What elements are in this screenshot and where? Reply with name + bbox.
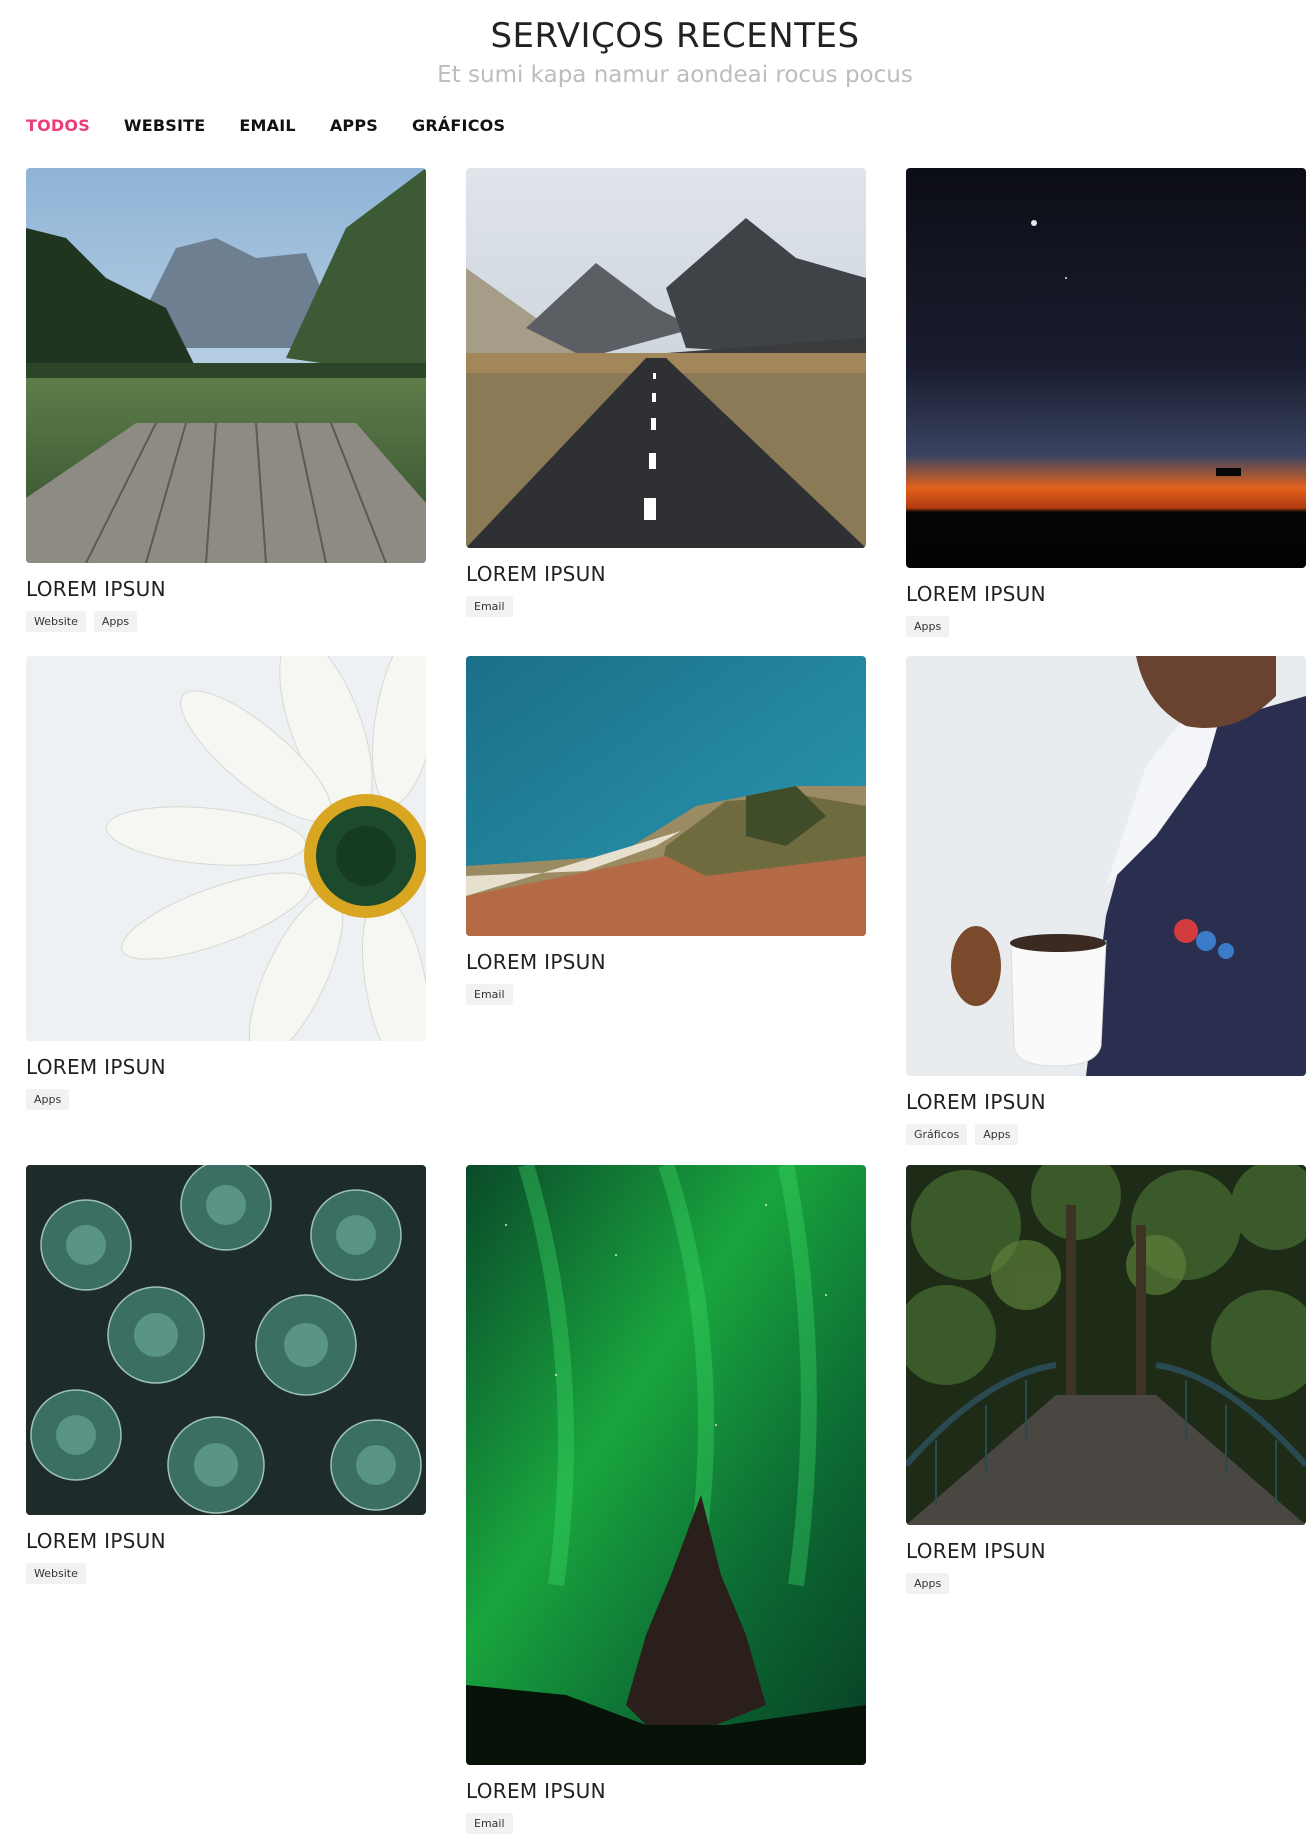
card-title: LOREM IPSUN bbox=[466, 1779, 606, 1803]
filter-apps[interactable]: APPS bbox=[330, 116, 378, 135]
tag-list: Apps bbox=[26, 1089, 426, 1110]
daisy-flower-image[interactable] bbox=[26, 656, 426, 1041]
portfolio-card[interactable]: LOREM IPSUN Email bbox=[466, 168, 866, 617]
portfolio-card[interactable]: LOREM IPSUN Apps bbox=[26, 656, 426, 1110]
aurora-tree-image[interactable] bbox=[466, 1165, 866, 1765]
filter-email[interactable]: EMAIL bbox=[239, 116, 295, 135]
tag: Apps bbox=[906, 1573, 950, 1594]
card-title: LOREM IPSUN bbox=[26, 1055, 166, 1079]
tag: Apps bbox=[975, 1124, 1019, 1145]
tag: Gráficos bbox=[906, 1124, 968, 1145]
card-title: LOREM IPSUN bbox=[906, 1090, 1046, 1114]
tag: Website bbox=[26, 1563, 86, 1584]
tag: Email bbox=[466, 984, 513, 1005]
lake-dock-image[interactable] bbox=[26, 168, 426, 563]
tag: Email bbox=[466, 1813, 513, 1834]
tag: Website bbox=[26, 611, 86, 632]
tag: Apps bbox=[93, 611, 138, 632]
tag: Apps bbox=[26, 1089, 70, 1110]
card-title: LOREM IPSUN bbox=[26, 577, 166, 601]
man-coffee-image[interactable] bbox=[906, 656, 1306, 1076]
filter-graficos[interactable]: GRÁFICOS bbox=[412, 116, 505, 135]
forest-bridge-image[interactable] bbox=[906, 1165, 1306, 1525]
succulents-image[interactable] bbox=[26, 1165, 426, 1515]
tag-list: Gráficos Apps bbox=[906, 1124, 1306, 1145]
filter-bar: TODOS WEBSITE EMAIL APPS GRÁFICOS bbox=[26, 116, 505, 135]
tag-list: Email bbox=[466, 1813, 866, 1834]
page-subtitle: Et sumi kapa namur aondeai rocus pocus bbox=[437, 62, 913, 88]
portfolio-card[interactable]: LOREM IPSUN Website bbox=[26, 1165, 426, 1584]
aerial-coast-image[interactable] bbox=[466, 656, 866, 936]
portfolio-card[interactable]: LOREM IPSUN Apps bbox=[906, 168, 1306, 637]
section-header: SERVIÇOS RECENTES Et sumi kapa namur aon… bbox=[0, 16, 1313, 90]
filter-todos[interactable]: TODOS bbox=[26, 116, 90, 135]
portfolio-card[interactable]: LOREM IPSUN Email bbox=[466, 656, 866, 1005]
tag: Apps bbox=[906, 616, 950, 637]
card-title: LOREM IPSUN bbox=[906, 582, 1046, 606]
tag-list: Email bbox=[466, 984, 866, 1005]
portfolio-card[interactable]: LOREM IPSUN Gráficos Apps bbox=[906, 656, 1306, 1145]
card-title: LOREM IPSUN bbox=[466, 562, 606, 586]
tag-list: Email bbox=[466, 596, 866, 617]
tag-list: Website Apps bbox=[26, 611, 426, 632]
card-title: LOREM IPSUN bbox=[906, 1539, 1046, 1563]
night-sunset-image[interactable] bbox=[906, 168, 1306, 568]
tag: Email bbox=[466, 596, 513, 617]
tag-list: Website bbox=[26, 1563, 426, 1584]
tag-list: Apps bbox=[906, 1573, 1306, 1594]
page-title: SERVIÇOS RECENTES bbox=[490, 16, 860, 56]
mountain-road-image[interactable] bbox=[466, 168, 866, 548]
card-title: LOREM IPSUN bbox=[26, 1529, 166, 1553]
portfolio-card[interactable]: LOREM IPSUN Website Apps bbox=[26, 168, 426, 632]
portfolio-card[interactable]: LOREM IPSUN Apps bbox=[906, 1165, 1306, 1594]
tag-list: Apps bbox=[906, 616, 1306, 637]
filter-website[interactable]: WEBSITE bbox=[124, 116, 206, 135]
card-title: LOREM IPSUN bbox=[466, 950, 606, 974]
portfolio-card[interactable]: LOREM IPSUN Email bbox=[466, 1165, 866, 1834]
